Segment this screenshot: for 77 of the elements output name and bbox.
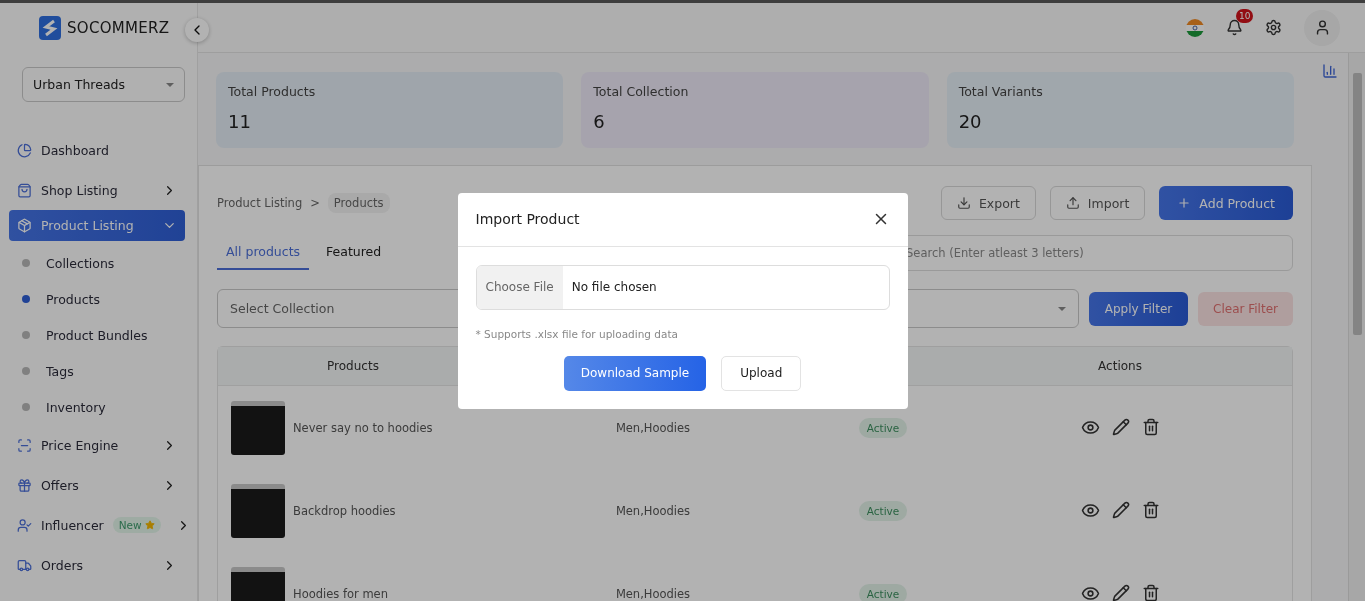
sidebar-item[interactable]: Offers [9,465,185,505]
nav-icon [17,142,32,158]
dialog-button[interactable]: Upload [721,355,802,391]
status-badge: Active [858,583,908,601]
view-icon[interactable] [1080,501,1100,520]
sidebar-item[interactable]: Influencer New [9,505,185,545]
stat-value: 6 [593,111,606,132]
store-select[interactable]: Urban Threads [22,67,185,102]
edit-icon[interactable] [1111,501,1130,519]
brand-name: SOCOMMERZ [67,19,170,37]
category-cell: Men,Hoodies [615,586,691,601]
edit-icon[interactable] [1111,418,1130,436]
nav-icon [17,218,32,233]
view-icon[interactable] [1080,418,1100,437]
tab[interactable]: Featured [317,236,391,270]
sidebar-subitem[interactable]: Collections [9,245,185,281]
status-badge: Active [858,500,908,521]
stat-label: Total Collection [593,84,690,99]
photo-placeholder [231,400,285,455]
product-name: Backdrop hoodies [293,503,396,518]
product-name: Never say no to hoodies [293,420,433,435]
delete-icon[interactable] [1141,584,1160,601]
notification-count: 10 [1236,9,1254,23]
nav-icon [17,557,32,573]
chart-icon[interactable] [1322,63,1338,79]
nav-icon [17,437,32,453]
delete-icon[interactable] [1141,501,1160,519]
stat-label: Total Variants [958,84,1044,99]
stat-label: Total Products [228,84,317,99]
sidebar-item[interactable]: Dashboard [9,130,185,170]
breadcrumb-separator: > [310,196,320,210]
star-icon [144,520,155,530]
bell-icon[interactable] [1226,19,1243,36]
download-icon [956,196,971,210]
sidebar-subitem[interactable]: Products [9,281,185,317]
sidebar-subitem[interactable]: Inventory [9,389,185,425]
logo-icon [39,16,61,40]
nav-icon [17,477,32,493]
view-icon[interactable] [1080,584,1100,601]
column-header: Products [326,359,380,373]
category-cell: Men,Hoodies [615,503,691,518]
sidebar-item[interactable]: Shop Listing [9,170,185,210]
edit-icon[interactable] [1111,584,1130,601]
dialog-title: Import Product [475,211,580,227]
plus-icon [1177,196,1192,210]
photo-placeholder [231,483,285,538]
delete-icon[interactable] [1141,418,1160,436]
stat-value: 11 [228,111,252,132]
status-badge: Active [858,417,908,438]
apply-filter-button[interactable]: Apply Filter [1089,291,1188,326]
choose-file-button[interactable]: Choose File [476,265,563,309]
dialog-button[interactable]: Download Sample [563,355,707,391]
sidebar-subitem[interactable]: Tags [9,353,185,389]
tab[interactable]: All products [217,236,310,270]
product-name: Hoodies for men [293,586,388,601]
column-header: Actions [1097,359,1143,373]
sidebar-item[interactable]: Orders [9,545,185,585]
hint-text: * Supports .xlsx file for uploading data [475,327,679,340]
toolbar-button[interactable]: Add Product [1159,186,1293,220]
new-badge: New [112,517,161,533]
category-cell: Men,Hoodies [615,420,691,435]
avatar[interactable] [1304,9,1340,46]
upload-icon [1065,196,1080,210]
stat-value: 20 [958,111,983,132]
scrollbar[interactable] [1348,53,1365,601]
breadcrumb-item[interactable]: Product Listing [217,196,303,210]
file-status: No file chosen [570,280,657,294]
nav-icon [17,182,32,198]
breadcrumb-item: Products [327,193,390,213]
settings-icon[interactable] [1265,19,1282,36]
flag-icon[interactable] [1186,18,1204,37]
sidebar-item[interactable]: Price Engine [9,425,185,465]
sidebar-subitem[interactable]: Product Bundles [9,317,185,353]
nav-icon [17,517,32,533]
sidebar-item[interactable]: Product Listing [9,210,185,241]
toolbar-button[interactable]: Import [1049,186,1146,220]
toolbar-button[interactable]: Export [940,186,1036,220]
